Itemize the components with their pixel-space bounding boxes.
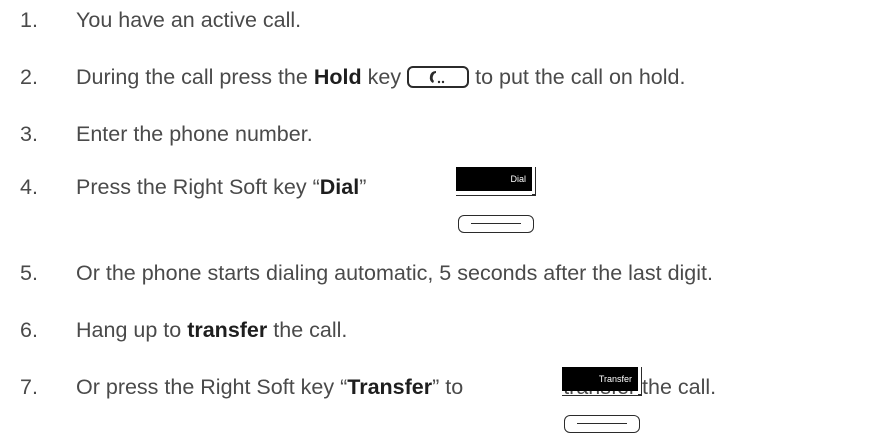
dial-label: Dial: [319, 175, 360, 199]
step-text-post: ”: [359, 175, 367, 199]
step-number: 6.: [20, 318, 38, 342]
transfer-soft-key-icon: Transfer: [562, 367, 642, 441]
transfer-bold: transfer: [187, 318, 268, 342]
step-text-post: the call.: [273, 318, 348, 342]
handset-icon: [429, 71, 445, 84]
step-number: 4.: [20, 175, 38, 199]
soft-key-screen: Dial: [456, 167, 532, 191]
step-number: 3.: [20, 122, 38, 146]
step-text: During the call press the Hold key to pu…: [76, 62, 685, 92]
soft-key-screen-label: Dial: [510, 174, 526, 184]
step-text-pre: During the call press the: [76, 65, 308, 89]
step-text-pre: Or press the Right Soft key “: [76, 375, 348, 399]
step-text: Hang up to transfer the call.: [76, 315, 347, 345]
step-number: 7.: [20, 375, 38, 399]
transfer-label: Transfer: [347, 375, 433, 399]
step-text-mid: key: [367, 65, 402, 89]
step-text: Press the Right Soft key “ Dial ”: [76, 172, 366, 202]
step-number: 2.: [20, 65, 38, 89]
step-text: You have an active call.: [76, 8, 302, 32]
step-number: 1.: [20, 8, 38, 32]
step-text-mid: ” to: [432, 375, 464, 399]
step-text: Or the phone starts dialing automatic, 5…: [76, 261, 713, 285]
soft-key-button-icon: [458, 215, 534, 233]
step-text-pre: Hang up to: [76, 318, 182, 342]
soft-key-screen: Transfer: [562, 367, 638, 391]
soft-key-button-icon: [564, 415, 640, 433]
step-number: 5.: [20, 261, 38, 285]
hold-key-icon: [407, 66, 470, 88]
hold-key-label: Hold: [313, 65, 362, 89]
soft-key-screen-label: Transfer: [598, 374, 632, 384]
dial-soft-key-icon: Dial: [456, 167, 536, 241]
step-text: Enter the phone number.: [76, 122, 313, 146]
step-text-post: to put the call on hold.: [475, 65, 686, 89]
step-text-pre: Press the Right Soft key “: [76, 175, 320, 199]
